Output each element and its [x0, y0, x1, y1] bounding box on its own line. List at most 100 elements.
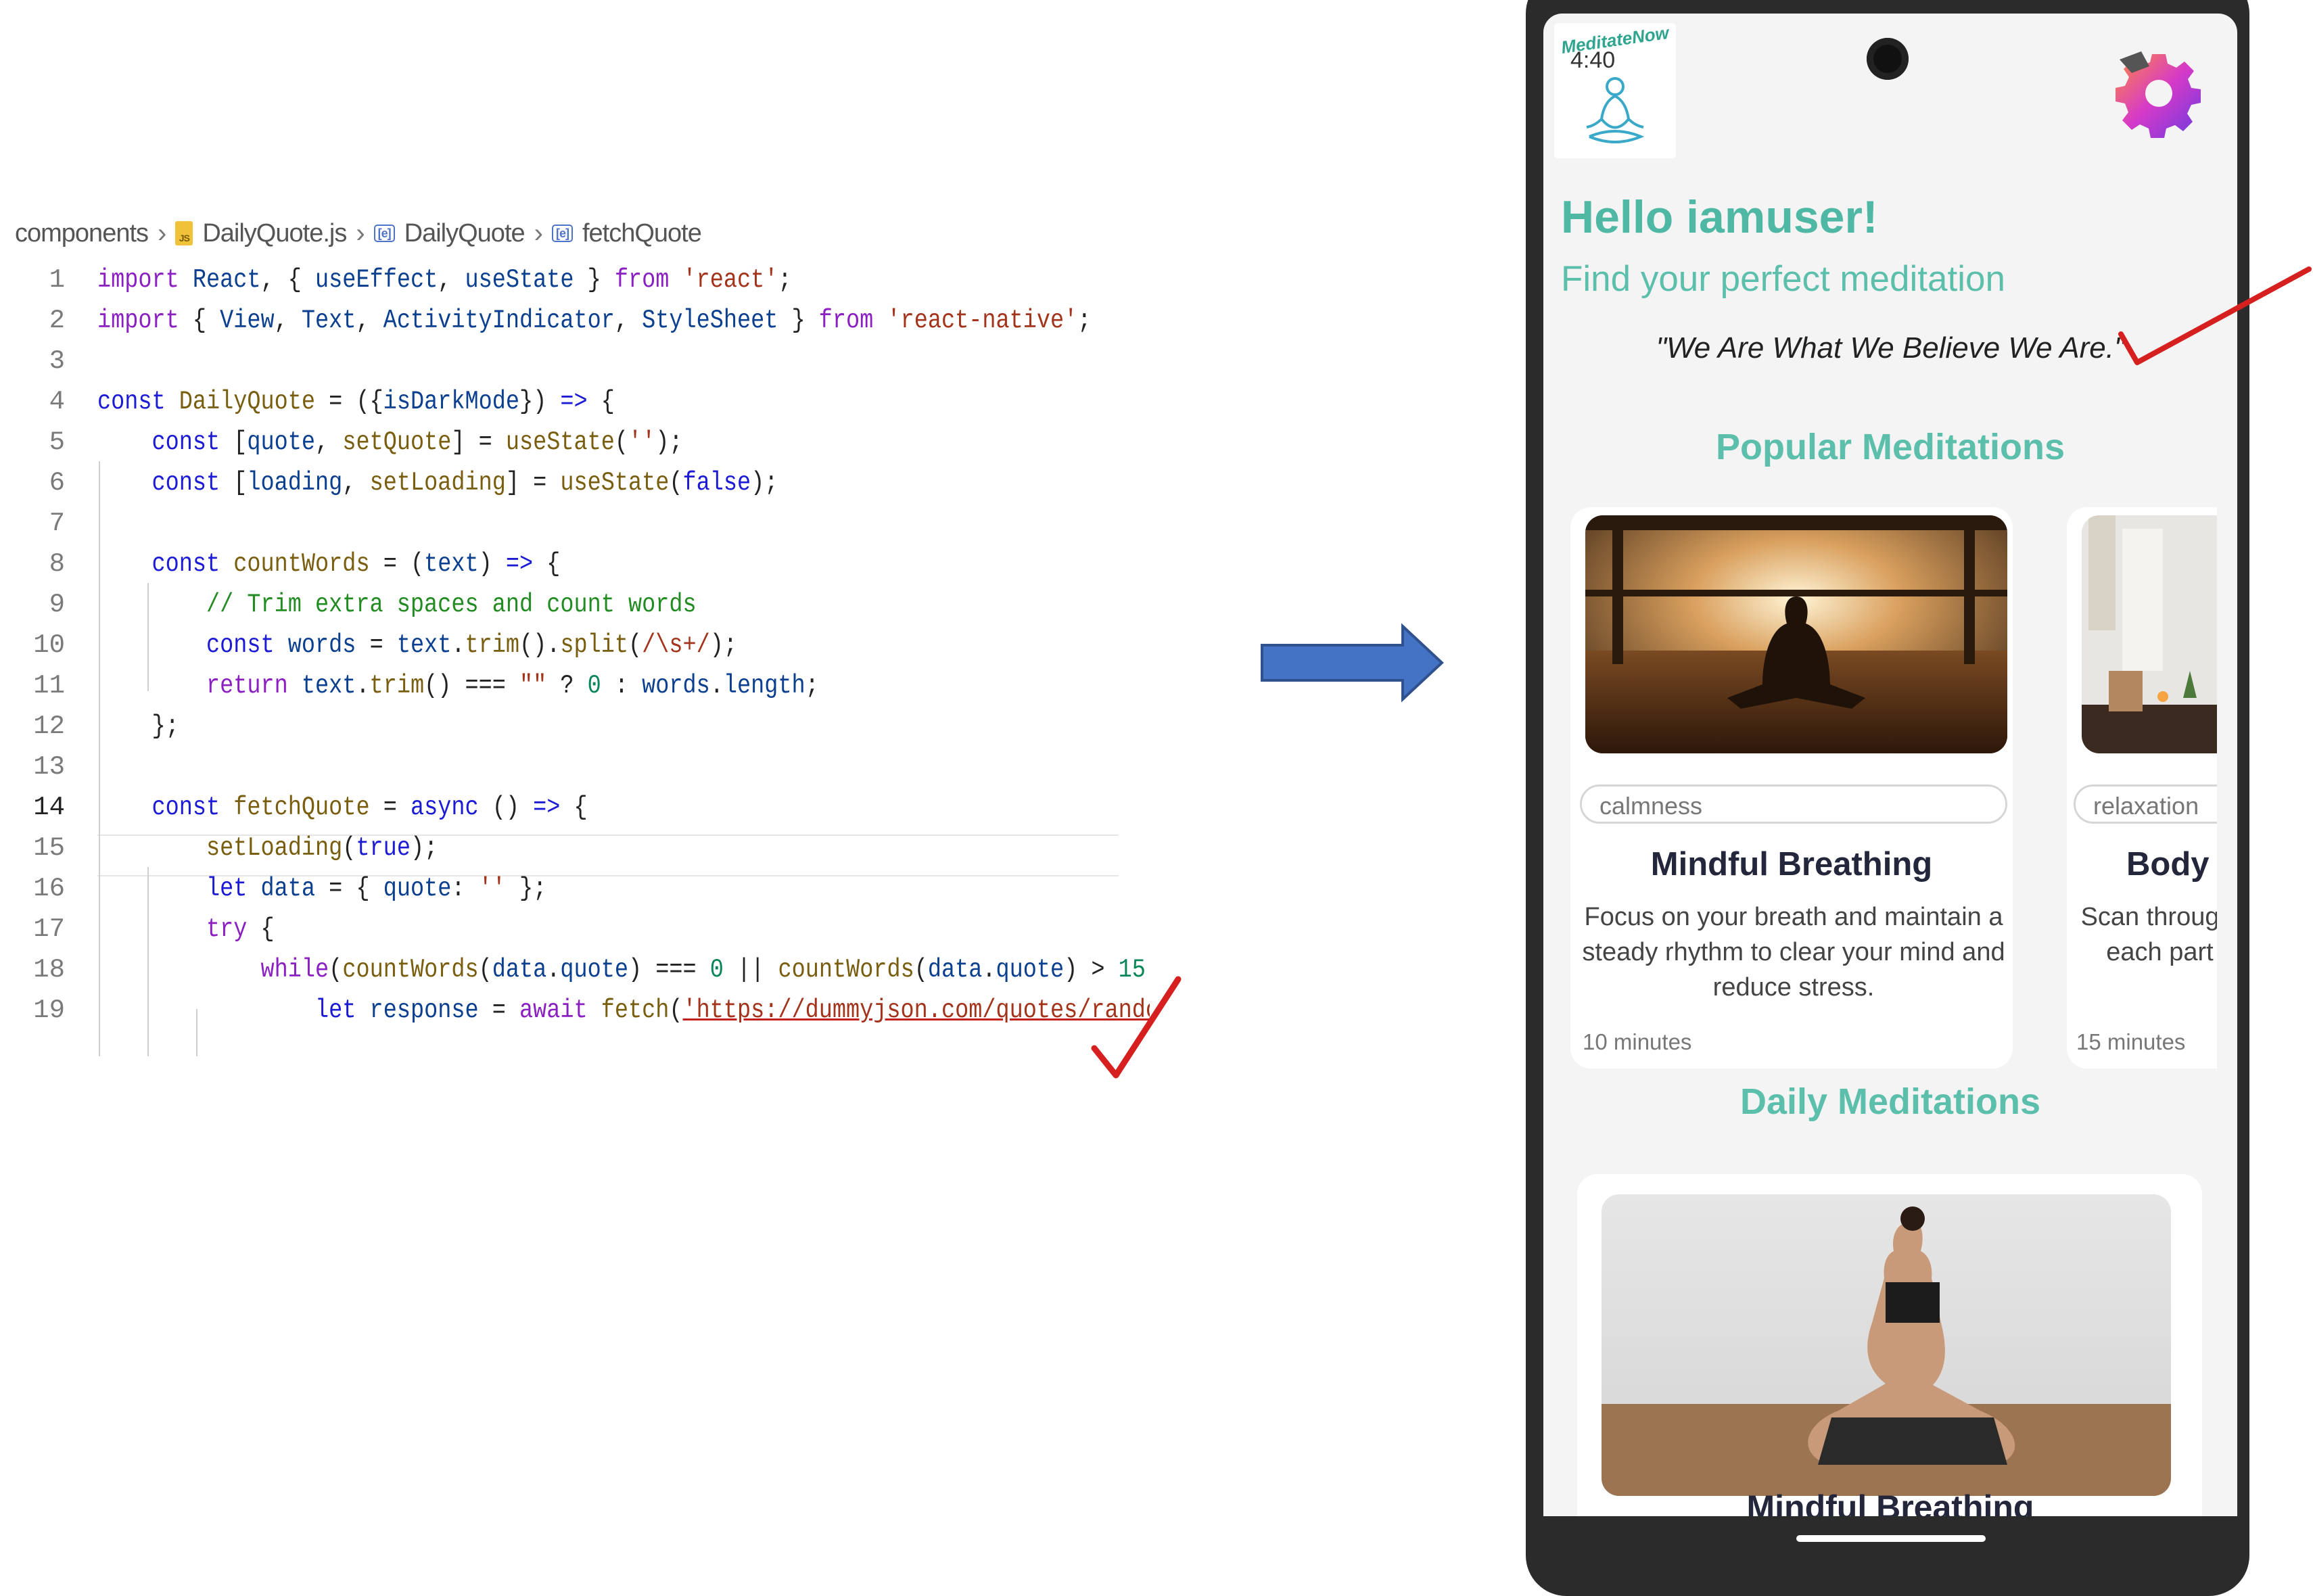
code-token: true	[356, 833, 411, 863]
breadcrumb-symbol[interactable]: DailyQuote	[404, 219, 525, 248]
code-token: StyleSheet	[642, 306, 778, 335]
code-line[interactable]: 9 // Trim extra spaces and count words	[0, 583, 1123, 627]
code-token: ;	[805, 671, 819, 701]
breadcrumb-function[interactable]: fetchQuote	[582, 219, 702, 248]
code-token: async	[410, 793, 492, 822]
code-line[interactable]: 16 let data = { quote: '' };	[0, 867, 1123, 911]
subtitle: Find your perfect meditation	[1561, 259, 2005, 299]
code-token: useState	[560, 468, 670, 498]
line-number: 17	[33, 914, 65, 944]
code-token: return	[206, 671, 302, 701]
code-token: 0	[587, 671, 601, 701]
camera-cutout	[1867, 38, 1909, 80]
code-token: =	[369, 793, 411, 822]
code-line[interactable]: 8 const countWords = (text) => {	[0, 542, 1123, 586]
meditation-card[interactable]: calmness Mindful Breathing Focus on your…	[1570, 507, 2013, 1069]
code-editor: components › JS DailyQuote.js › [e] Dail…	[0, 203, 1182, 1109]
code-line[interactable]: 1 import React, { useEffect, useState } f…	[0, 258, 1123, 302]
daily-card-title: Mindful Breathing	[1746, 1488, 2034, 1516]
line-number: 13	[33, 752, 65, 782]
code-token: =	[356, 630, 397, 660]
code-line[interactable]: 6 const [loading, setLoading] = useState…	[0, 461, 1123, 505]
breadcrumb-file[interactable]: DailyQuote.js	[202, 219, 347, 248]
code-token: text	[424, 549, 479, 579]
right-arrow-icon	[1261, 623, 1444, 703]
code-token: countWords	[233, 549, 370, 579]
code-token: (	[329, 955, 343, 985]
line-number: 10	[33, 630, 65, 660]
code-token: ] =	[451, 427, 506, 457]
code-token: const	[151, 793, 234, 822]
line-number: 5	[49, 427, 65, 457]
code-line[interactable]: 17 try {	[0, 908, 1123, 952]
breadcrumb-folder[interactable]: components	[15, 219, 149, 248]
code-token: );	[751, 468, 778, 498]
code-line[interactable]: 19 let response = await fetch('https://d…	[0, 989, 1150, 1033]
code-token: (	[914, 955, 928, 985]
code-token: fetchQuote	[233, 793, 370, 822]
code-token: quote	[247, 427, 316, 457]
code-token: quote	[996, 955, 1065, 985]
code-token: ;	[1077, 306, 1092, 335]
code-line[interactable]: 13	[0, 745, 1123, 789]
meditation-card[interactable]: relaxation Body Scan Scan through your b…	[2067, 507, 2237, 1069]
code-token: (	[628, 630, 642, 660]
code-line[interactable]: 2 import { View, Text, ActivityIndicator,…	[0, 299, 1123, 343]
code-token: data	[260, 874, 316, 903]
code-line[interactable]: 7	[0, 502, 1123, 546]
code-token: };	[505, 874, 547, 903]
code-line[interactable]: 18 while(countWords(data.quote) === 0 ||…	[0, 948, 1146, 992]
code-line[interactable]: 10 const words = text.trim().split(/\s+/…	[0, 624, 1123, 667]
code-line[interactable]: 14 const fetchQuote = async () => {	[0, 786, 1123, 830]
greeting-heading: Hello iamuser!	[1561, 191, 1878, 243]
code-line[interactable]: 15 setLoading(true);	[0, 826, 1123, 870]
code-token: .	[709, 671, 724, 701]
code-token: );	[709, 630, 738, 660]
line-number: 9	[49, 590, 65, 619]
code-token: from	[818, 306, 887, 335]
code-line[interactable]: 11 return text.trim() === "" ? 0 : words…	[0, 664, 1123, 708]
card-title: Mindful Breathing	[1650, 846, 1933, 883]
code-token: length	[723, 671, 805, 701]
code-token: while	[260, 955, 329, 985]
code-line[interactable]: 3	[0, 339, 1123, 383]
code-token: =>	[533, 793, 561, 822]
code-token: (	[478, 955, 492, 985]
code-token: let	[206, 874, 261, 903]
code-token: [	[233, 427, 248, 457]
code-text: const [quote, setQuote] = useState('');	[97, 421, 683, 465]
code-line[interactable]: 4 const DailyQuote = ({isDarkMode}) => {	[0, 380, 1123, 424]
code-token: ()	[492, 793, 534, 822]
code-token: ,	[614, 306, 642, 335]
code-token: loading	[247, 468, 343, 498]
home-indicator[interactable]	[1796, 1535, 1986, 1542]
code-token: (	[342, 833, 356, 863]
code-token: words	[287, 630, 356, 660]
daily-meditation-card[interactable]	[1577, 1174, 2202, 1516]
code-token: false	[682, 468, 751, 498]
code-token: ?	[546, 671, 588, 701]
code-line[interactable]: 12 };	[0, 705, 1123, 749]
code-token: , {	[260, 265, 316, 295]
meditation-logo-icon	[1586, 77, 1645, 143]
symbol-icon: [e]	[551, 225, 573, 242]
code-token: data	[927, 955, 983, 985]
app-logo: MeditateNow	[1554, 22, 1676, 158]
code-token: =>	[560, 387, 588, 417]
code-token: countWords	[342, 955, 479, 985]
code-text: import { View, Text, ActivityIndicator, …	[97, 299, 1091, 343]
code-line[interactable]: 5 const [quote, setQuote] = useState('')…	[0, 421, 1123, 465]
code-area[interactable]: 1 import React, { useEffect, useState } f…	[0, 258, 1150, 1056]
code-token: (	[669, 468, 683, 498]
chevron-right-icon: ›	[534, 218, 543, 248]
code-token: trim	[369, 671, 425, 701]
code-token: ActivityIndicator	[383, 306, 615, 335]
settings-gear-icon[interactable]	[2111, 46, 2206, 141]
code-token: quote	[383, 874, 452, 903]
code-text: const DailyQuote = ({isDarkMode}) => {	[97, 380, 615, 424]
